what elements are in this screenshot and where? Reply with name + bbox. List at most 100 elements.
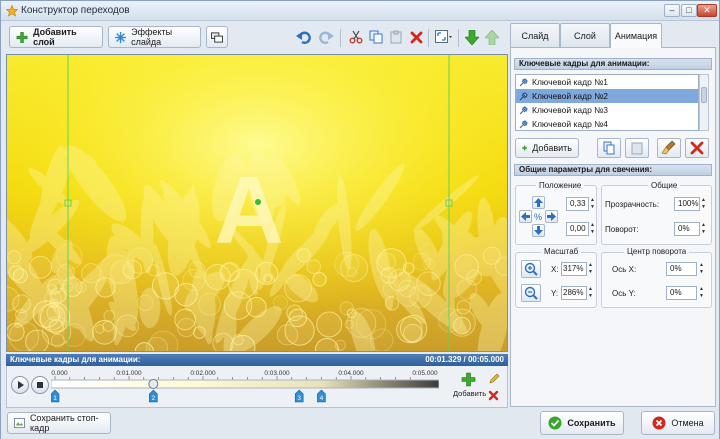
copy-icon xyxy=(369,30,383,44)
position-y-stepper[interactable]: ▲ ▼ xyxy=(589,222,596,236)
layers-view-button[interactable] xyxy=(206,26,228,48)
save-label: Сохранить xyxy=(567,418,616,428)
move-down-button[interactable] xyxy=(461,26,483,48)
scale-y-field[interactable]: 286% xyxy=(561,286,587,300)
add-layer-button[interactable]: Добавить слой xyxy=(9,26,103,48)
axis-y-field[interactable]: 0% xyxy=(666,286,697,300)
list-item[interactable]: Ключевой кадр №3 xyxy=(516,103,698,117)
position-y-field[interactable]: 0,00 xyxy=(566,222,589,236)
move-up-button[interactable] xyxy=(481,26,503,48)
keyframe-list-scrollbar[interactable] xyxy=(699,74,709,131)
timeline-track[interactable]: 0:00.000 0:01.000 0:02.000 0:03.000 0:04.000… xyxy=(51,366,439,408)
pencil-icon xyxy=(489,373,500,384)
timeline-tick-label: 0:05.000 xyxy=(412,370,438,377)
redo-button[interactable] xyxy=(315,26,337,48)
pin-icon xyxy=(519,106,528,115)
center-percent-icon[interactable]: % xyxy=(534,212,542,222)
move-up-arrow[interactable] xyxy=(532,196,545,209)
opacity-stepper[interactable]: ▲ ▼ xyxy=(700,197,707,211)
zoom-in-button[interactable] xyxy=(521,260,541,278)
keyframe-label: Ключевой кадр №4 xyxy=(532,119,609,129)
save-button[interactable]: Сохранить xyxy=(540,411,624,435)
rotation-stepper[interactable]: ▲ ▼ xyxy=(700,222,707,236)
cancel-icon xyxy=(652,416,666,430)
tab-animation[interactable]: Анимация xyxy=(610,23,662,48)
cut-button[interactable] xyxy=(345,26,367,48)
move-right-arrow[interactable] xyxy=(545,210,558,223)
position-x-stepper[interactable]: ▲ ▼ xyxy=(589,197,596,211)
keyframe-marker[interactable]: 3 xyxy=(294,389,304,403)
layer-text-letter[interactable]: A xyxy=(214,157,283,264)
tab-layer[interactable]: Слой xyxy=(560,23,610,47)
keyframe-marker[interactable]: 4 xyxy=(317,389,326,403)
opacity-field[interactable]: 100% xyxy=(674,197,700,211)
list-item[interactable]: Ключевой кадр №2 xyxy=(516,89,698,103)
fit-screen-icon xyxy=(434,30,452,43)
move-down-arrow[interactable] xyxy=(532,224,545,237)
plus-icon xyxy=(461,372,475,387)
close-window-button[interactable]: ✕ xyxy=(697,4,717,17)
save-frame-button[interactable]: Сохранить стоп-кадр xyxy=(7,412,111,434)
timeline-add-keyframe-button[interactable]: Добавить xyxy=(453,372,486,404)
list-item[interactable]: Ключевой кадр №1 xyxy=(516,75,698,89)
general-group xyxy=(601,185,712,245)
pin-icon xyxy=(519,120,528,129)
position-x-field[interactable]: 0,33 xyxy=(566,197,589,211)
paste-button[interactable] xyxy=(385,26,407,48)
scale-y-label: Y: xyxy=(551,289,559,298)
zoom-out-button[interactable] xyxy=(521,284,541,302)
transition-constructor-window: Конструктор переходов – □ ✕ Добавить сло… xyxy=(0,0,720,439)
stop-button[interactable] xyxy=(31,376,49,394)
redo-icon xyxy=(319,31,334,44)
paste-keyframe-button[interactable] xyxy=(625,138,649,158)
tab-slide[interactable]: Слайд xyxy=(510,23,560,47)
minimize-button[interactable]: – xyxy=(664,4,680,17)
copy-keyframe-button[interactable] xyxy=(597,138,621,158)
scale-x-stepper[interactable]: ▲ ▼ xyxy=(587,262,594,276)
move-left-arrow[interactable] xyxy=(519,210,532,223)
delete-button[interactable] xyxy=(405,26,427,48)
axis-x-stepper[interactable]: ▲ ▼ xyxy=(698,262,705,276)
arrow-down-icon xyxy=(465,29,479,45)
rotation-field[interactable]: 0% xyxy=(674,222,700,236)
delete-keyframe-panel-button[interactable] xyxy=(685,138,709,158)
fit-view-dropdown[interactable] xyxy=(431,26,455,48)
add-keyframe-button[interactable]: Добавить xyxy=(515,138,579,158)
animation-panel: Ключевые кадры для анимации: Ключевой ка… xyxy=(510,47,716,407)
scale-y-stepper[interactable]: ▲ ▼ xyxy=(587,286,594,300)
scale-label: Масштаб xyxy=(541,247,582,256)
scale-x-field[interactable]: 317% xyxy=(561,262,587,276)
undo-button[interactable] xyxy=(293,26,315,48)
maximize-button[interactable]: □ xyxy=(681,4,697,17)
timeline-panel: 0:00.000 0:01.000 0:02.000 0:03.000 0:04.000… xyxy=(6,366,508,408)
keyframe-marker[interactable]: 2 xyxy=(149,389,158,403)
copy-button[interactable] xyxy=(365,26,387,48)
photo-frame-icon xyxy=(14,417,25,429)
paste-icon xyxy=(390,30,402,44)
app-star-icon xyxy=(6,5,18,17)
play-button[interactable] xyxy=(11,376,29,394)
keyframe-marker[interactable]: 1 xyxy=(51,389,60,403)
keyframe-list[interactable]: Ключевой кадр №1 Ключевой кадр №2 Ключев… xyxy=(515,74,699,131)
clear-keyframe-button[interactable] xyxy=(657,138,681,158)
rotation-label: Поворот: xyxy=(605,225,639,234)
list-item[interactable]: Ключевой кадр №4 xyxy=(516,117,698,130)
axis-x-field[interactable]: 0% xyxy=(666,262,697,276)
axis-y-stepper[interactable]: ▲ ▼ xyxy=(698,286,705,300)
undo-icon xyxy=(296,31,311,44)
anchor-point[interactable] xyxy=(255,199,261,205)
edit-keyframe-button[interactable] xyxy=(488,372,502,386)
keyframe-label: Ключевой кадр №3 xyxy=(532,105,609,115)
copy-icon xyxy=(603,141,615,155)
window-title: Конструктор переходов xyxy=(21,5,130,16)
scissors-icon xyxy=(349,30,363,44)
sparkle-icon xyxy=(115,31,127,43)
paste-icon xyxy=(631,142,643,155)
add-layer-label: Добавить слой xyxy=(33,27,77,47)
delete-keyframe-button[interactable] xyxy=(488,390,502,404)
cancel-button[interactable]: Отмена xyxy=(641,411,715,435)
slide-effects-button[interactable]: Эффекты слайда xyxy=(108,26,201,48)
playhead-handle[interactable] xyxy=(148,379,159,389)
screens-icon xyxy=(211,31,223,43)
preview-stage[interactable]: A xyxy=(6,54,508,352)
